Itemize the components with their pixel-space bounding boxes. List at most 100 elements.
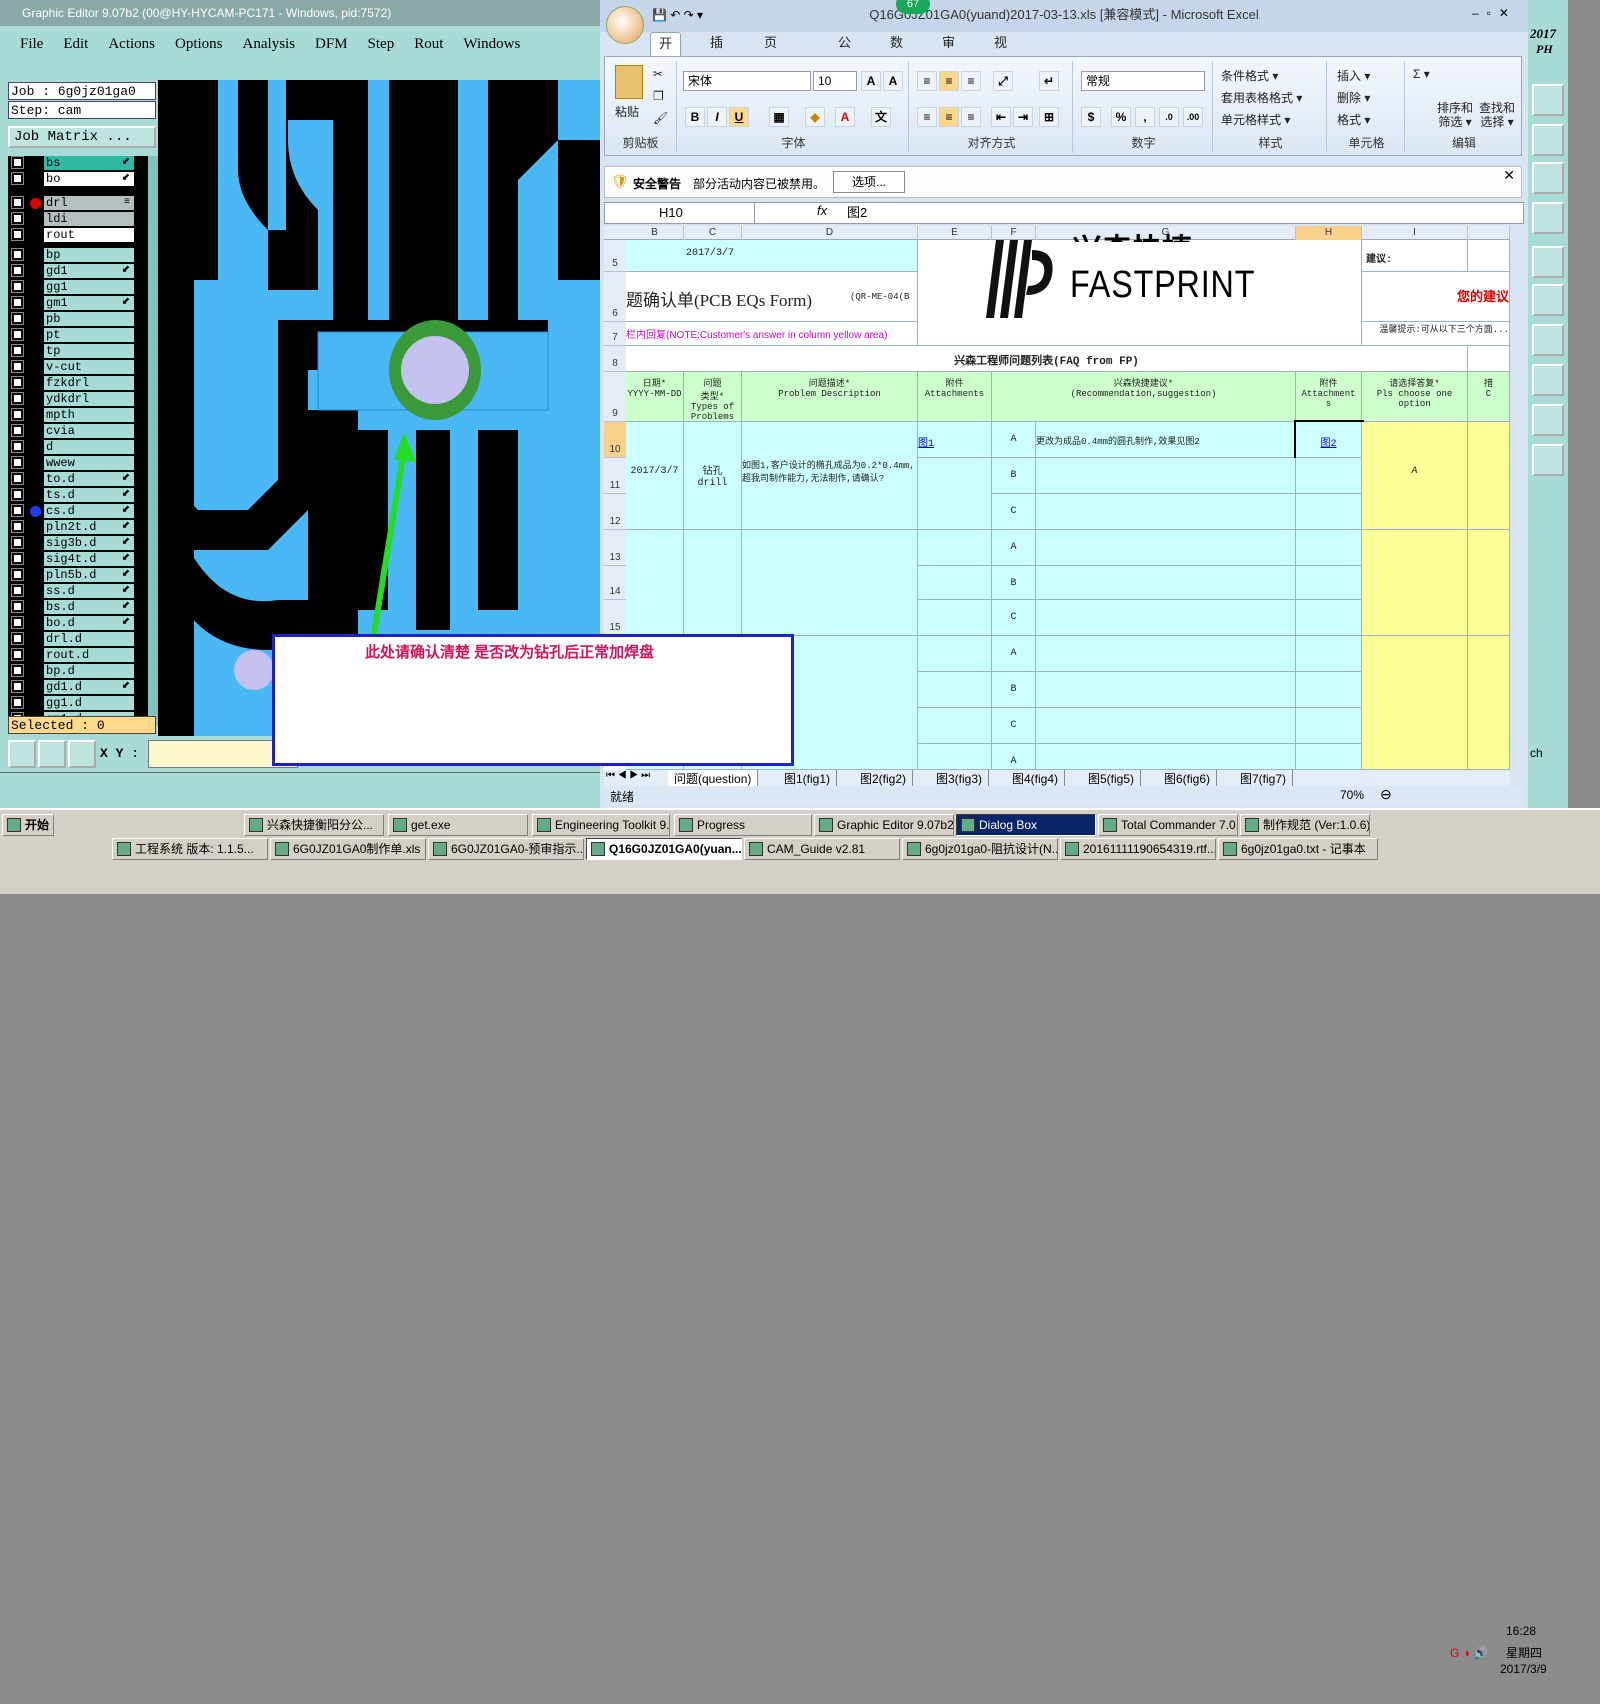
suggest-label[interactable]: 建议: [1362,240,1468,272]
layer-name[interactable]: drl.d [44,632,134,646]
window-controls[interactable]: –▫✕ [1472,6,1526,20]
taskbar-button[interactable]: 20161111190654319.rtf... [1060,838,1216,860]
layer-name[interactable]: bs ⬋ [44,156,134,170]
menu-options[interactable]: Options [175,36,223,52]
recommend-empty[interactable] [1036,530,1296,566]
option-cell[interactable]: A [992,744,1036,770]
layer-row[interactable]: bp [8,248,148,262]
start-button[interactable]: 开始 [2,814,54,836]
menu-edit[interactable]: Edit [63,36,88,52]
layer-checkbox[interactable] [11,648,24,661]
row-header[interactable]: 12 [604,494,626,530]
column-header[interactable]: E [918,226,992,240]
font-name-select[interactable]: 宋体 [683,71,811,91]
option-cell[interactable]: A [992,422,1036,458]
layer-name[interactable]: bp [44,248,134,262]
sheet-tab[interactable]: 图5(fig5) [1082,770,1142,786]
header-h_more[interactable]: 措 C [1468,372,1510,422]
layer-checkbox[interactable] [11,280,24,293]
help-icon[interactable] [1532,162,1564,194]
tab-data[interactable]: 数据 [882,32,911,72]
layer-row[interactable]: to.d ⬋ [8,472,148,486]
layer-checkbox[interactable] [11,680,24,693]
menu-file[interactable]: File [20,36,43,52]
layer-checkbox[interactable] [11,616,24,629]
layer-checkbox[interactable] [11,172,24,185]
header-h_att[interactable]: 附件 Attachments [918,372,992,422]
layer-row[interactable]: bo ⬋ [8,172,148,186]
layer-row[interactable]: ss.d ⬋ [8,584,148,598]
security-options-button[interactable]: 选项... [833,171,905,193]
row-header[interactable]: 8 [604,346,626,372]
layer-row[interactable]: ydkdrl [8,392,148,406]
align-middle-icon[interactable]: ≡ [939,71,959,91]
sheet-tab[interactable]: 图6(fig6) [1158,770,1218,786]
taskbar-button[interactable]: Q16G0JZ01GA0(yuan... [586,838,742,860]
layer-row[interactable]: bs.d ⬋ [8,600,148,614]
tab-page-layout[interactable]: 页面布局 [756,32,785,116]
tab-view[interactable]: 视图 [986,32,1015,72]
menu-step[interactable]: Step [368,36,395,52]
menu-rout[interactable]: Rout [414,36,443,52]
layer-row[interactable]: gg1.d [8,696,148,710]
align-center-icon[interactable]: ≡ [939,107,959,127]
layer-row[interactable]: tp [8,344,148,358]
layer-checkbox[interactable] [11,264,24,277]
formula-input[interactable]: 图2 [847,203,867,223]
taskbar-button[interactable]: 6g0jz01ga0-阻抗设计(N... [902,838,1058,860]
cell-styles-button[interactable]: 单元格样式 ▾ [1221,111,1290,128]
layer-row[interactable]: sig4t.d ⬋ [8,552,148,566]
option-cell[interactable]: C [992,600,1036,636]
row-header[interactable]: 7 [604,322,626,346]
layer-name[interactable]: pb [44,312,134,326]
layer-checkbox[interactable] [11,156,24,169]
layer-checkbox[interactable] [11,212,24,225]
underline-icon[interactable]: U [729,107,749,127]
date-cell[interactable]: 2017/3/7 [626,422,684,530]
autosum-icon[interactable]: Σ ▾ [1413,67,1430,81]
desc-cell[interactable]: 如图1,客户设计的椭孔成品为0.2*0.4mm,超我司制作能力,无法制作,请确认… [742,422,918,530]
layer-row[interactable]: v-cut [8,360,148,374]
option-cell[interactable]: A [992,530,1036,566]
layer-name[interactable]: gm1 ⬋ [44,296,134,310]
layer-row[interactable]: bp.d [8,664,148,678]
cut-icon[interactable]: ✂ [653,67,663,81]
layer-row[interactable]: gm1 ⬋ [8,296,148,310]
layer-checkbox[interactable] [11,584,24,597]
header-h_type[interactable]: 问题 类型* Types of Problems [684,372,742,422]
list-title-cell[interactable]: 兴森工程师问题列表(FAQ from FP) [626,346,1468,372]
column-header[interactable]: G [1036,226,1296,240]
taskbar-button[interactable]: 工程系统 版本: 1.1.5... [112,838,268,860]
format-cells-button[interactable]: 格式 ▾ [1337,111,1370,128]
tray-icons[interactable]: G ◑ 🔊 [1450,1646,1488,1660]
tab-home[interactable]: 开始 [650,32,682,73]
tab-formulas[interactable]: 公式 [830,32,859,72]
recommend-empty[interactable] [1036,672,1296,708]
layer-row[interactable]: ldi [8,212,148,226]
option-cell[interactable]: C [992,494,1036,530]
cell-j10[interactable] [1468,422,1510,530]
layer-name[interactable]: rout.d [44,648,134,662]
layer-name[interactable]: rout [44,228,134,242]
attach-empty[interactable] [918,744,992,770]
align-right-icon[interactable]: ≡ [961,107,981,127]
recommend-empty[interactable] [1036,708,1296,744]
layer-name[interactable]: gg1.d [44,696,134,710]
column-header[interactable]: B [626,226,684,240]
conditional-format-button[interactable]: 条件格式 ▾ [1221,67,1278,84]
layer-scrollbar[interactable] [148,156,158,726]
layer-name[interactable]: pln2t.d ⬋ [44,520,134,534]
shapes-icon[interactable] [1532,364,1564,396]
layer-name[interactable]: cvia [44,424,134,438]
align-left-icon[interactable]: ≡ [917,107,937,127]
layer-name[interactable]: ldi [44,212,134,226]
layer-checkbox[interactable] [11,664,24,677]
attach-empty[interactable] [918,708,992,744]
taskbar-button[interactable]: CAM_Guide v2.81 [744,838,900,860]
taskbar-button[interactable]: 6g0jz01ga0.txt - 记事本 [1218,838,1378,860]
layer-checkbox[interactable] [11,552,24,565]
taskbar-button[interactable]: 制作规范 (Ver:1.0.6) [1240,814,1370,836]
tab-insert[interactable]: 插入 [702,32,731,72]
zoom-area-icon[interactable] [38,740,66,768]
recommend-empty[interactable] [1036,636,1296,672]
